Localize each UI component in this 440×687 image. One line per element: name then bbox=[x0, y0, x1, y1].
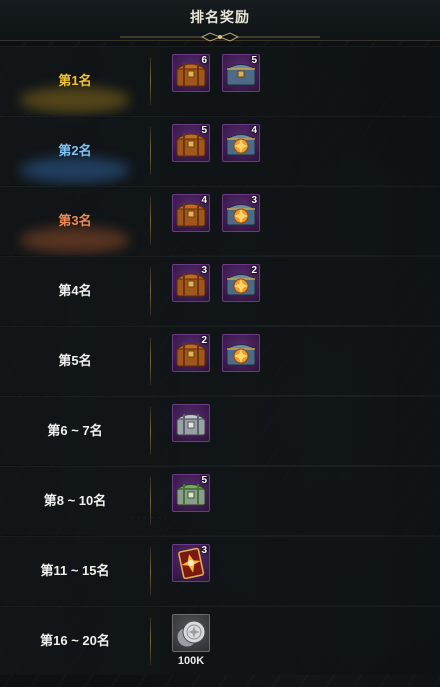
row-divider bbox=[150, 127, 151, 175]
rank-label: 第11 ~ 15名 bbox=[40, 563, 110, 578]
rank-label: 第3名 bbox=[58, 213, 92, 228]
reward-slot[interactable]: 4 bbox=[222, 124, 260, 162]
rank-label: 第6 ~ 7名 bbox=[47, 423, 103, 438]
reward-slot[interactable]: 2 bbox=[222, 264, 260, 302]
page-title: 排名奖励 bbox=[190, 9, 250, 25]
background-watermark: · · · · · · bbox=[130, 512, 168, 524]
rank-label: 第5名 bbox=[58, 353, 92, 368]
row-divider bbox=[150, 547, 151, 595]
reward-quantity: 3 bbox=[201, 265, 207, 276]
reward-slot[interactable]: 3 bbox=[222, 194, 260, 232]
reward-amount-label: 100K bbox=[177, 655, 205, 667]
rank-label: 第8 ~ 10名 bbox=[43, 493, 107, 508]
rank-row: 第16 ~ 20名 100K bbox=[0, 606, 440, 675]
reward-quantity: 3 bbox=[201, 545, 207, 556]
reward-slot[interactable] bbox=[222, 334, 260, 372]
rank-row: 第8 ~ 10名 5 bbox=[0, 466, 440, 535]
reward-quantity: 4 bbox=[251, 125, 257, 136]
reward-slot[interactable]: 5 bbox=[222, 54, 260, 92]
rank-reward-list: 第1名 6 5 第2名 5 4 第3名 4 3 第4名 3 2 第5名 2 第6 ~ 7名 第8 ~ 10名 5… bbox=[0, 46, 440, 687]
reward-slot[interactable]: 4 bbox=[172, 194, 210, 232]
row-divider bbox=[150, 337, 151, 385]
rank-label: 第1名 bbox=[58, 73, 92, 88]
rank-row: 第11 ~ 15名 3 bbox=[0, 536, 440, 605]
header-bar: 排名奖励 bbox=[0, 0, 440, 42]
row-divider bbox=[150, 267, 151, 315]
row-divider bbox=[150, 197, 151, 245]
reward-slot[interactable]: 3 bbox=[172, 544, 210, 582]
row-divider bbox=[150, 617, 151, 665]
reward-quantity: 3 bbox=[251, 195, 257, 206]
reward-quantity: 5 bbox=[251, 55, 257, 66]
row-divider bbox=[150, 407, 151, 455]
reward-slot[interactable]: 6 bbox=[172, 54, 210, 92]
reward-quantity: 4 bbox=[201, 195, 207, 206]
reward-slot[interactable]: 5 bbox=[172, 474, 210, 512]
rank-row: 第4名 3 2 bbox=[0, 256, 440, 325]
rank-label: 第2名 bbox=[58, 143, 92, 158]
reward-slot[interactable] bbox=[172, 404, 210, 442]
rank-row: 第3名 4 3 bbox=[0, 186, 440, 255]
reward-quantity: 2 bbox=[201, 335, 207, 346]
rank-row: 第6 ~ 7名 bbox=[0, 396, 440, 465]
rank-row: 第2名 5 4 bbox=[0, 116, 440, 185]
rank-label: 第4名 bbox=[58, 283, 92, 298]
reward-slot[interactable]: 3 bbox=[172, 264, 210, 302]
reward-quantity: 5 bbox=[201, 475, 207, 486]
rank-label: 第16 ~ 20名 bbox=[40, 633, 110, 648]
reward-quantity: 5 bbox=[201, 125, 207, 136]
reward-quantity: 2 bbox=[251, 265, 257, 276]
row-divider bbox=[150, 57, 151, 105]
reward-slot[interactable]: 5 bbox=[172, 124, 210, 162]
rank-row: 第5名 2 bbox=[0, 326, 440, 395]
reward-slot[interactable]: 2 bbox=[172, 334, 210, 372]
rank-row: 第1名 6 5 bbox=[0, 46, 440, 115]
title-ornament-icon bbox=[120, 32, 320, 42]
reward-slot[interactable] bbox=[172, 614, 210, 652]
reward-quantity: 6 bbox=[201, 55, 207, 66]
